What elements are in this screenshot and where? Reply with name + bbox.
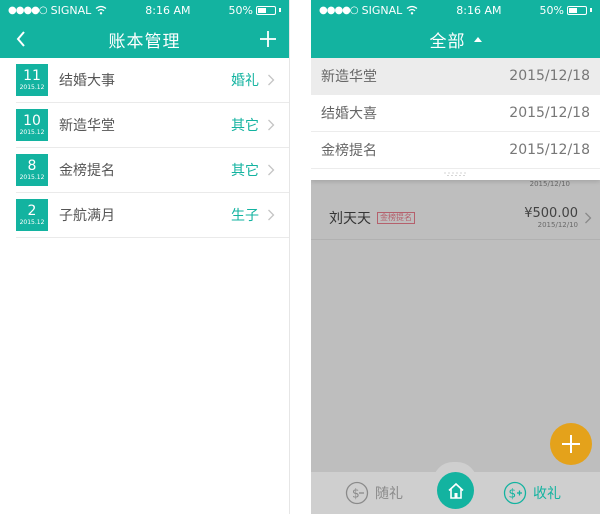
- home-icon: [447, 482, 464, 499]
- wifi-icon: [95, 5, 107, 15]
- back-button[interactable]: [10, 28, 32, 50]
- book-category: 其它: [231, 163, 259, 179]
- tab-receive-gift[interactable]: $ 收礼: [503, 481, 561, 505]
- status-bar: ●●●●○ SIGNAL 8:16 AM 50%: [311, 0, 600, 20]
- signal-dots-icon: ●●●●○: [8, 4, 48, 16]
- signal-dots-icon: ●●●●○: [319, 4, 359, 16]
- screenshot-canvas: ●●●●○ SIGNAL 8:16 AM 50% 账本管理 11 2015.12…: [0, 0, 600, 514]
- book-row[interactable]: 2 2015.12 子航满月 生子: [16, 193, 289, 238]
- book-selector[interactable]: 全部: [311, 20, 600, 58]
- battery-percent: 50%: [228, 3, 253, 17]
- svg-text:$: $: [352, 487, 360, 501]
- clock: 8:16 AM: [456, 3, 502, 17]
- battery-percent: 50%: [539, 3, 564, 17]
- dropdown-item[interactable]: 新造华堂 2015/12/18: [311, 58, 600, 95]
- dropdown-item[interactable]: 金榜提名 2015/12/18: [311, 132, 600, 169]
- book-category: 婚礼: [231, 73, 259, 89]
- page-title: 全部: [429, 31, 466, 52]
- battery-indicator: 50%: [540, 4, 592, 17]
- chevron-left-icon: [16, 31, 25, 47]
- book-name: 结婚大事: [59, 73, 115, 89]
- wifi-icon: [406, 5, 418, 15]
- date-badge: 8 2015.12: [16, 154, 48, 186]
- book-list: 11 2015.12 结婚大事 婚礼 10 2015.12 新造华堂 其它 8: [0, 58, 289, 238]
- book-name: 金榜提名: [59, 163, 115, 179]
- book-category: 其它: [231, 118, 259, 134]
- chevron-right-icon: [268, 74, 275, 86]
- book-row[interactable]: 8 2015.12 金榜提名 其它: [16, 148, 289, 193]
- battery-icon: [566, 5, 587, 15]
- battery-icon: [255, 5, 276, 15]
- clock: 8:16 AM: [145, 3, 191, 17]
- book-row[interactable]: 11 2015.12 结婚大事 婚礼: [16, 58, 289, 103]
- drag-handle-icon[interactable]: [441, 171, 471, 177]
- carrier-label: SIGNAL: [361, 3, 403, 17]
- carrier-label: SIGNAL: [50, 3, 92, 17]
- plus-icon: [562, 435, 580, 453]
- date-badge: 2 2015.12: [16, 199, 48, 231]
- tab-label: 随礼: [375, 486, 403, 502]
- money-minus-icon: $: [345, 481, 369, 505]
- status-bar: ●●●●○ SIGNAL 8:16 AM 50%: [0, 0, 289, 20]
- date-badge: 11 2015.12: [16, 64, 48, 96]
- chevron-right-icon: [268, 209, 275, 221]
- add-book-button[interactable]: [257, 28, 279, 50]
- home-button[interactable]: [437, 472, 474, 509]
- tab-label: 收礼: [533, 486, 561, 502]
- date-badge: 10 2015.12: [16, 109, 48, 141]
- page-title: 账本管理: [108, 31, 181, 52]
- book-category: 生子: [231, 208, 259, 224]
- ledger-management-screen: ●●●●○ SIGNAL 8:16 AM 50% 账本管理 11 2015.12…: [0, 0, 290, 514]
- chevron-right-icon: [268, 119, 275, 131]
- chevron-right-icon: [268, 164, 275, 176]
- records-screen: 2015/12/10 刘天天 金榜提名 ¥500.00 2015/12/10 新…: [311, 0, 600, 514]
- add-record-button[interactable]: [550, 423, 592, 465]
- book-filter-dropdown: 新造华堂 2015/12/18 结婚大喜 2015/12/18 金榜提名 201…: [311, 58, 600, 180]
- caret-up-icon: [473, 36, 482, 42]
- plus-icon: [260, 31, 276, 47]
- nav-bar: 账本管理: [0, 20, 289, 58]
- book-name: 新造华堂: [59, 118, 115, 134]
- battery-indicator: 50%: [229, 4, 281, 17]
- book-row[interactable]: 10 2015.12 新造华堂 其它: [16, 103, 289, 148]
- money-plus-icon: $: [503, 481, 527, 505]
- dropdown-item[interactable]: 结婚大喜 2015/12/18: [311, 95, 600, 132]
- svg-text:$: $: [509, 487, 517, 501]
- tab-give-gift[interactable]: $ 随礼: [345, 481, 403, 505]
- book-name: 子航满月: [59, 208, 115, 224]
